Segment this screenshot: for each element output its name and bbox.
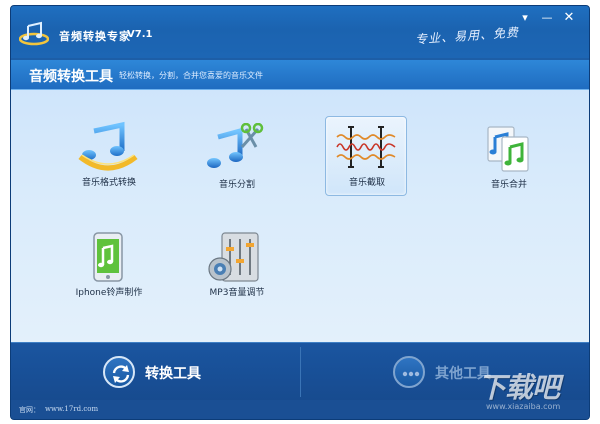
app-version: V7.1 — [127, 29, 153, 40]
title-bar[interactable]: 音频转换专家 V7.1 专业、易用、免费 ▾ — ✕ — [11, 6, 589, 58]
section-description: 轻松转换，分割，合并您喜爱的音乐文件 — [119, 71, 263, 80]
tool-grid: 音乐格式转换 音乐分割 音乐截取 音乐合并 Iphone铃声制作 MP3音量调节 — [11, 90, 589, 342]
tool-music-split[interactable]: 音乐分割 — [195, 118, 277, 194]
tool-label: Iphone铃声制作 — [75, 288, 143, 298]
app-title: 音频转换专家 — [59, 30, 131, 43]
website-link[interactable]: www.17rd.com — [45, 405, 98, 413]
watermark-url: www.xiazaiba.com — [486, 402, 561, 411]
app-window: 音频转换专家 V7.1 专业、易用、免费 ▾ — ✕ 音频转换工具 轻松转换，分… — [10, 5, 590, 420]
tool-mp3-volume[interactable]: MP3音量调节 — [195, 226, 277, 302]
tool-label: 音乐截取 — [348, 178, 385, 188]
phone-ringtone-icon — [93, 232, 123, 282]
music-convert-icon — [78, 121, 138, 171]
convert-tools-button[interactable]: 转换工具 — [11, 343, 300, 401]
music-merge-icon — [487, 126, 529, 172]
tool-label: 音乐分割 — [218, 180, 255, 190]
refresh-icon — [103, 356, 135, 388]
tool-label: 音乐格式转换 — [81, 178, 136, 188]
tool-music-trim[interactable]: 音乐截取 — [325, 116, 407, 196]
convert-tools-label: 转换工具 — [145, 366, 201, 382]
tool-label: MP3音量调节 — [209, 288, 265, 298]
website-label: 官网： — [19, 406, 40, 414]
menu-dropdown-icon[interactable]: ▾ — [517, 11, 533, 25]
waveform-trim-icon — [336, 126, 396, 168]
section-title: 音频转换工具 — [29, 69, 113, 85]
tool-iphone-ringtone[interactable]: Iphone铃声制作 — [67, 226, 149, 302]
more-dots-icon — [393, 356, 425, 388]
scissors-music-icon — [207, 123, 264, 168]
tool-music-convert[interactable]: 音乐格式转换 — [67, 116, 149, 192]
slogan: 专业、易用、免费 — [414, 25, 520, 47]
tool-label: 音乐合并 — [490, 180, 527, 190]
close-icon[interactable]: ✕ — [561, 11, 577, 25]
minimize-icon[interactable]: — — [539, 11, 555, 25]
volume-mixer-icon — [208, 232, 259, 282]
tool-music-merge[interactable]: 音乐合并 — [467, 118, 549, 194]
watermark-logo: 下载吧 — [478, 371, 560, 404]
section-header: 音频转换工具 轻松转换，分割，合并您喜爱的音乐文件 — [11, 60, 589, 90]
app-logo-icon — [19, 21, 49, 46]
